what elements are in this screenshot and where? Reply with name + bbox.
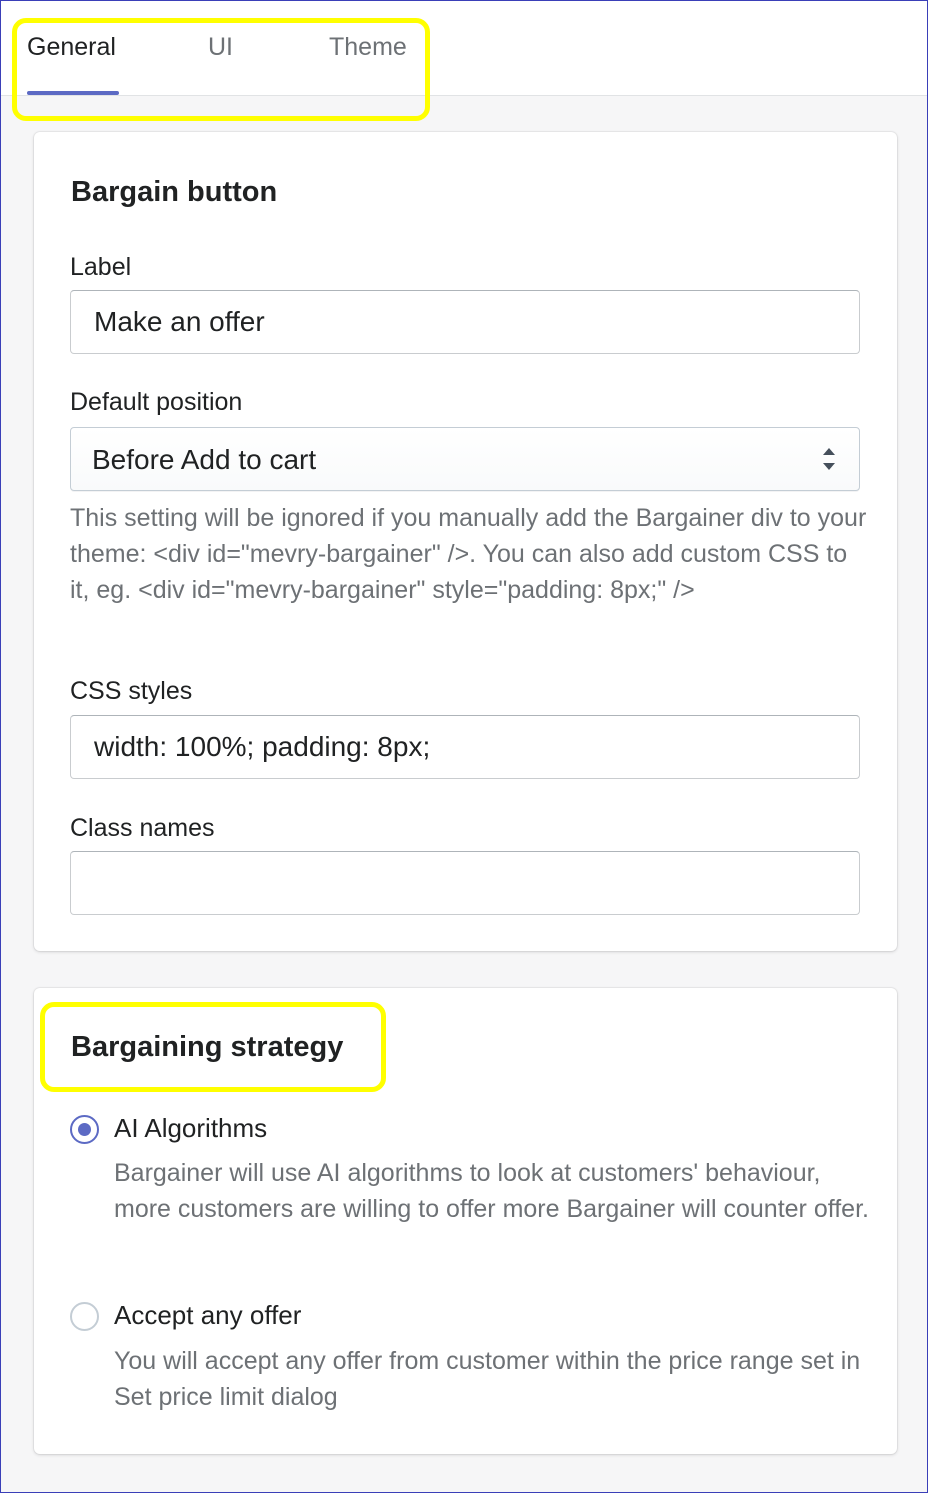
radio-button-checked[interactable] <box>70 1115 99 1144</box>
accept-any-offer-help: You will accept any offer from customer … <box>114 1347 861 1411</box>
tab-general[interactable]: General <box>27 33 116 62</box>
default-position-label: Default position <box>70 388 243 416</box>
default-position-value: Before Add to cart <box>92 444 317 475</box>
label-field-label: Label <box>70 253 132 281</box>
class-names-input[interactable] <box>70 851 860 915</box>
label-input[interactable] <box>70 290 860 354</box>
bargain-button-card: Bargain button Label Default position Be… <box>34 132 897 951</box>
class-names-label: Class names <box>70 814 215 842</box>
default-position-help: This setting will be ignored if you manu… <box>70 504 867 604</box>
select-arrows-icon <box>823 448 835 470</box>
tab-bar: General UI Theme <box>1 1 927 96</box>
active-tab-indicator <box>27 91 119 95</box>
ai-algorithms-label: AI Algorithms <box>114 1113 268 1143</box>
tab-ui[interactable]: UI <box>208 33 233 62</box>
default-position-select[interactable]: Before Add to cart <box>70 427 860 491</box>
radio-dot <box>78 1123 91 1136</box>
css-styles-label: CSS styles <box>70 677 193 705</box>
tab-theme[interactable]: Theme <box>329 33 407 62</box>
radio-button-unchecked[interactable] <box>70 1302 99 1331</box>
css-styles-input[interactable] <box>70 715 860 779</box>
bargaining-strategy-card: Bargaining strategy AI Algorithms Bargai… <box>34 988 897 1454</box>
bargaining-strategy-title: Bargaining strategy <box>71 1031 344 1063</box>
ai-algorithms-help: Bargainer will use AI algorithms to look… <box>114 1159 869 1223</box>
accept-any-offer-label: Accept any offer <box>114 1300 302 1330</box>
bargain-button-title: Bargain button <box>71 176 278 208</box>
